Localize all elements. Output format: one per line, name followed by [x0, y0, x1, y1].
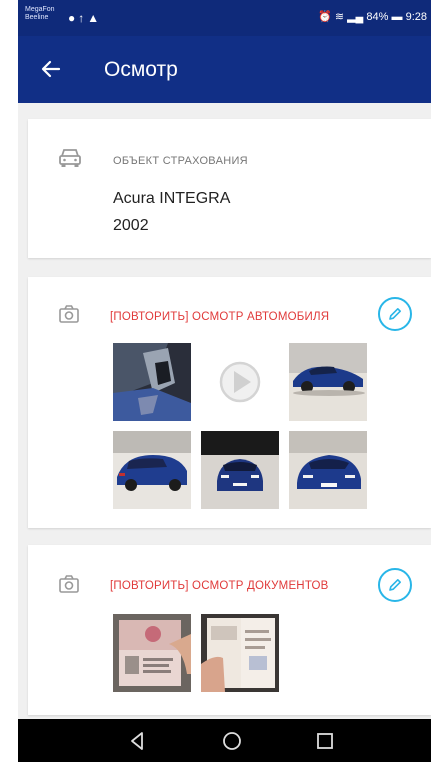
edit-car-inspection-button[interactable] — [378, 297, 412, 331]
status-right: ⏰ ≋ ▂▄ 84% ▬ 9:28 — [318, 10, 427, 23]
car-inspection-title[interactable]: [ПОВТОРИТЬ] ОСМОТР АВТОМОБИЛЯ — [110, 311, 329, 323]
documents-inspection-title[interactable]: [ПОВТОРИТЬ] ОСМОТР ДОКУМЕНТОВ — [110, 580, 329, 592]
car-icon — [58, 147, 82, 174]
pencil-icon — [389, 579, 401, 591]
nav-home-icon[interactable] — [217, 727, 247, 755]
vehicle-name: Acura INTEGRA — [113, 190, 231, 207]
carrier-name-2: Beeline — [25, 14, 49, 21]
signal-icon: ▂▄ — [347, 11, 364, 23]
app-icon: ▲ — [87, 11, 103, 25]
car-front-photo[interactable] — [201, 431, 279, 509]
app-bar: Осмотр — [18, 36, 431, 103]
battery-icon: ▬ — [391, 11, 403, 23]
chat-icon: ● — [68, 11, 79, 25]
edit-documents-inspection-button[interactable] — [378, 568, 412, 602]
nav-recents-icon[interactable] — [310, 727, 340, 755]
carrier-name-1: MegaFon — [25, 6, 55, 13]
page-title: Осмотр — [104, 58, 178, 81]
nav-back-icon[interactable] — [122, 727, 152, 755]
back-arrow-icon[interactable] — [38, 56, 64, 82]
wifi-icon: ≋ — [334, 11, 345, 23]
camera-icon — [58, 304, 80, 329]
insured-object-card[interactable]: ОБЪЕКТ СТРАХОВАНИЯ Acura INTEGRA 2002 — [28, 119, 431, 258]
insured-object-label: ОБЪЕКТ СТРАХОВАНИЯ — [113, 155, 248, 167]
status-bar: MegaFon Beeline ●↑▲ ⏰ ≋ ▂▄ 84% ▬ 9:28 — [18, 0, 431, 36]
passport-photo-page[interactable] — [113, 614, 191, 692]
car-side-photo[interactable] — [289, 343, 367, 421]
documents-inspection-card: [ПОВТОРИТЬ] ОСМОТР ДОКУМЕНТОВ — [28, 545, 431, 715]
car-rear-photo[interactable] — [113, 431, 191, 509]
vehicle-year: 2002 — [113, 217, 149, 234]
car-front-angle-photo[interactable] — [289, 431, 367, 509]
alarm-icon: ⏰ — [318, 11, 332, 23]
car-interior-photo[interactable] — [113, 343, 191, 421]
camera-icon — [58, 574, 80, 599]
notification-icons: ●↑▲ — [68, 11, 102, 25]
pencil-icon — [389, 308, 401, 320]
app-frame: MegaFon Beeline ●↑▲ ⏰ ≋ ▂▄ 84% ▬ 9:28 Ос… — [18, 0, 431, 762]
clock: 9:28 — [405, 11, 427, 23]
carrier-info: MegaFon Beeline — [25, 6, 55, 22]
video-play-button[interactable] — [201, 343, 279, 421]
passport-stamp-page[interactable] — [201, 614, 279, 692]
battery-percent: 84% — [366, 11, 389, 23]
upload-icon: ↑ — [78, 11, 88, 25]
car-inspection-card: [ПОВТОРИТЬ] ОСМОТР АВТОМОБИЛЯ — [28, 277, 431, 528]
system-nav-bar — [18, 719, 431, 762]
